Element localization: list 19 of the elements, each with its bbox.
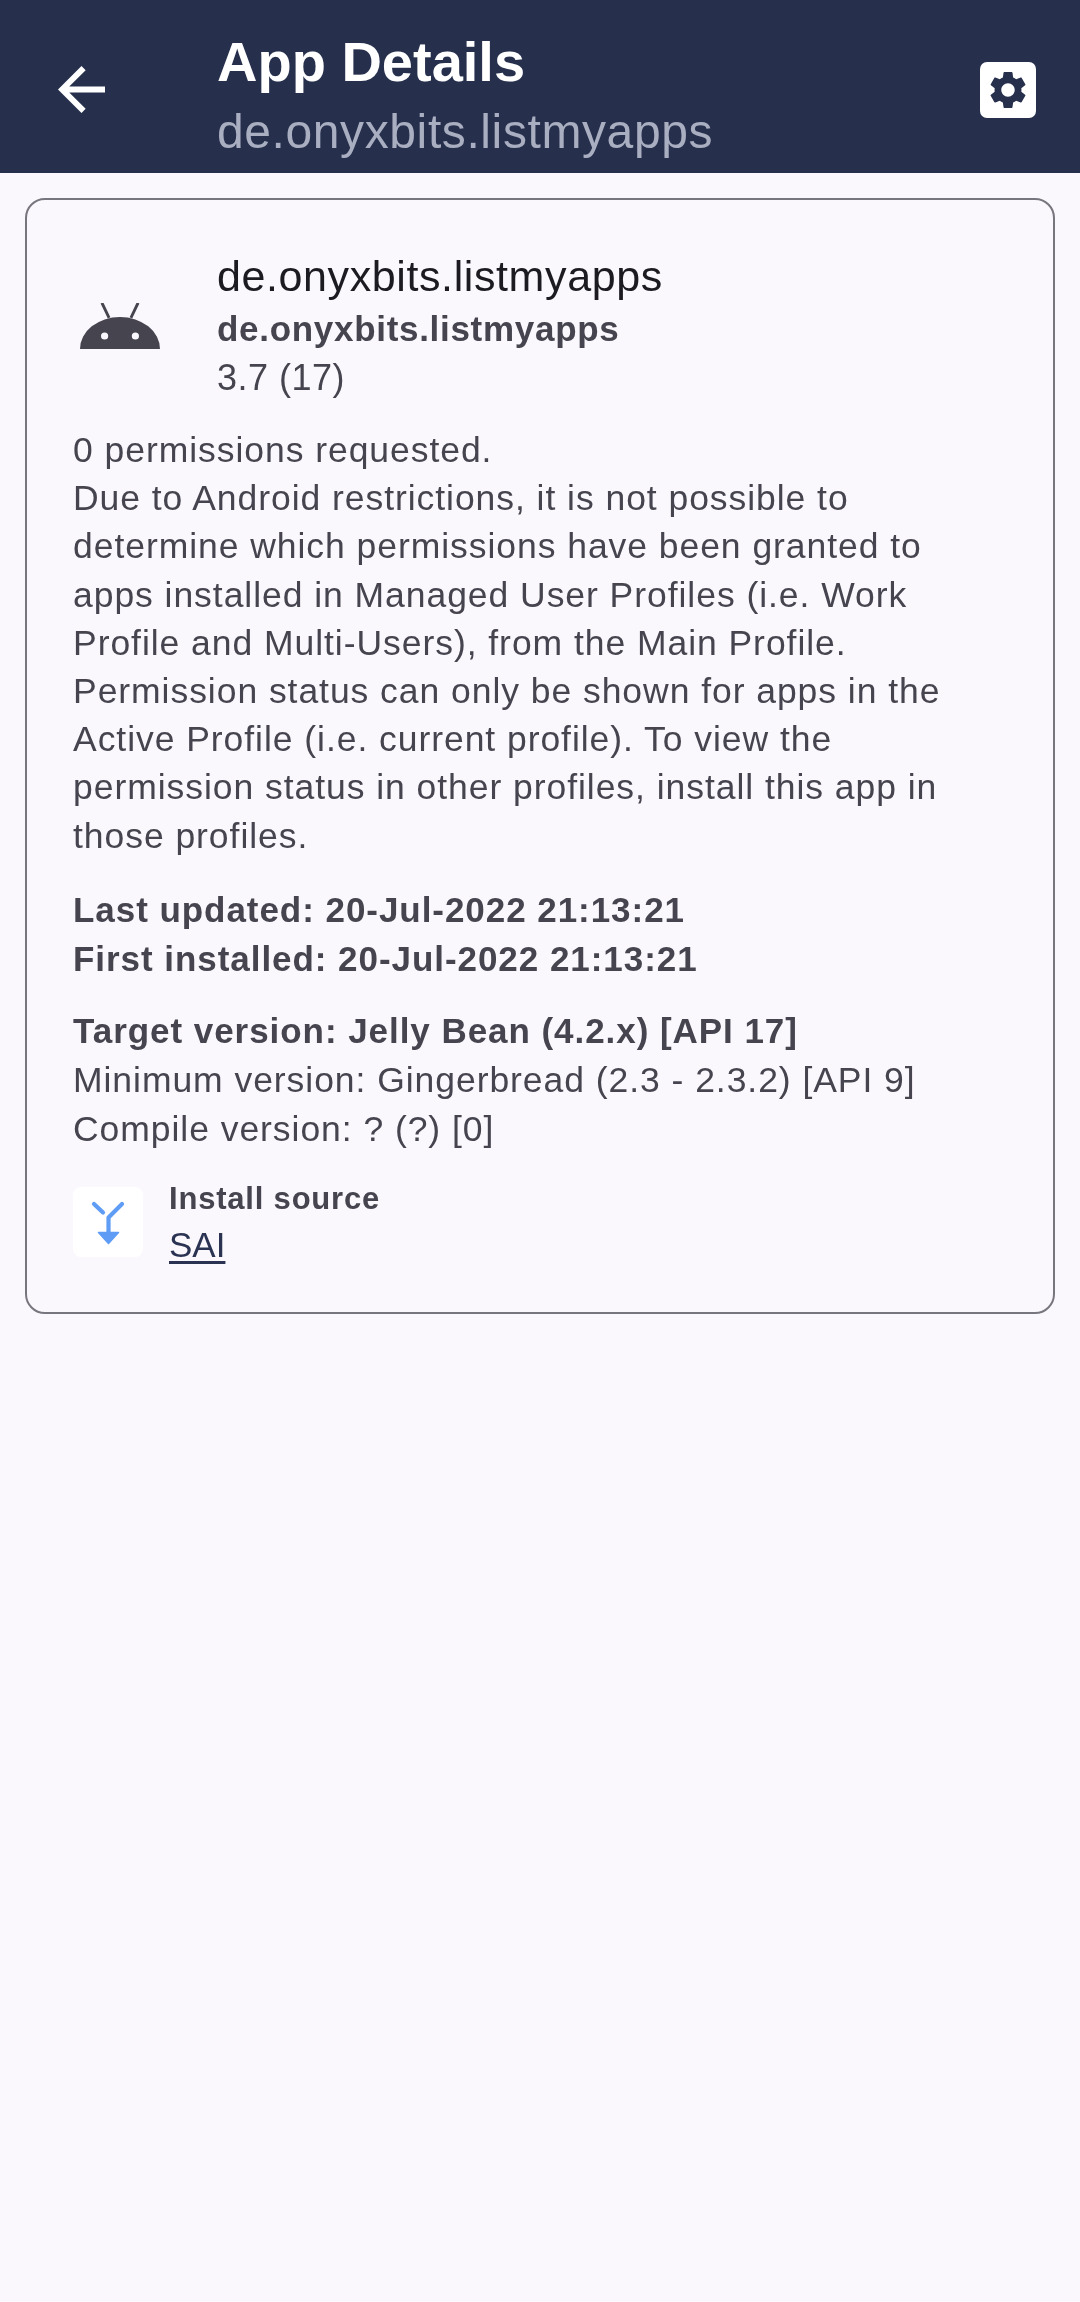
screen-subtitle: de.onyxbits.listmyapps — [217, 104, 715, 160]
android-robot-icon — [80, 303, 160, 349]
first-installed-text: First installed: 20-Jul-2022 21:13:21 — [73, 938, 699, 981]
back-arrow-icon — [58, 66, 105, 113]
package-name: de.onyxbits.listmyapps — [217, 308, 621, 350]
settings-icon — [980, 62, 1036, 118]
permissions-note-text: Due to Android restrictions, it is not possible to determine which permissions have been granted to apps installed in Managed User Profiles (i.e. Work Profile and Multi-Users), from the Main Profile. Permission status can only be shown for apps in the Active Profile (i.e. current profile). To view the permission status in other profiles, install this app in those profiles. — [73, 477, 942, 858]
permissions-count-text: 0 permissions requested. — [73, 429, 494, 472]
sdk-version-text: Target version: Jelly Bean (4.2.x) [API 17] — [73, 1010, 799, 1053]
install-source-link[interactable]: SAI — [169, 1220, 226, 1271]
back-button[interactable] — [58, 66, 105, 113]
screen-title: App Details — [217, 30, 527, 94]
install-source-label: Install source — [169, 1180, 381, 1219]
sdk-version-text: Compile version: ? (?) [0] — [73, 1108, 496, 1151]
sdk-version-text: Minimum version: Gingerbread (2.3 - 2.3.2) [API 9] — [73, 1058, 917, 1102]
app-version: 3.7 (17) — [217, 356, 347, 400]
last-updated-text: Last updated: 20-Jul-2022 21:13:21 — [73, 888, 686, 931]
app-name: de.onyxbits.listmyapps — [217, 251, 663, 302]
settings-button[interactable] — [980, 62, 1036, 118]
